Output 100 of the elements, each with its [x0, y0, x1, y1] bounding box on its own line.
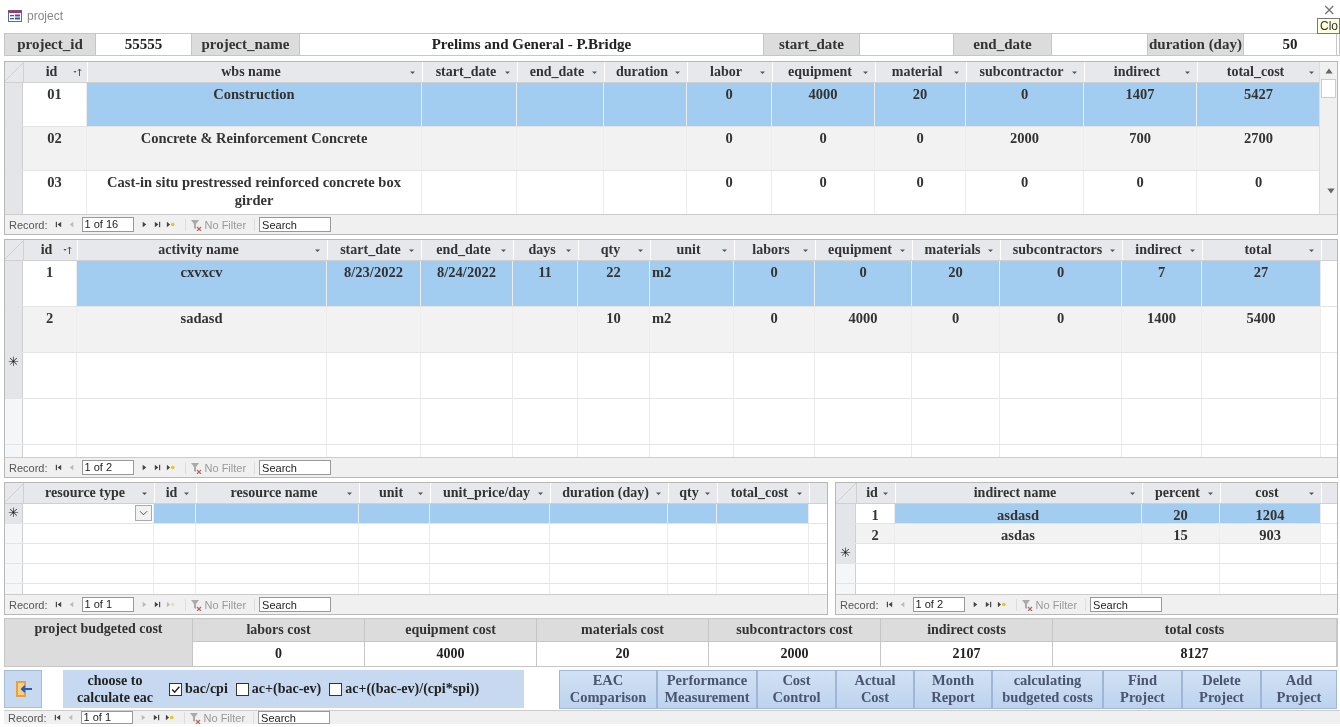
- column-header[interactable]: materials: [913, 240, 1001, 260]
- budget-value: 0: [193, 641, 365, 666]
- table-cell: 8/24/2022: [421, 261, 513, 306]
- checkbox[interactable]: [329, 682, 343, 696]
- column-header[interactable]: qty: [579, 240, 651, 260]
- column-header[interactable]: duration: [605, 62, 688, 82]
- table-cell: 2: [23, 307, 77, 352]
- column-header[interactable]: end_date: [518, 62, 605, 82]
- command-button[interactable]: Performance Measurement: [657, 669, 757, 709]
- column-header[interactable]: wbs name: [88, 62, 423, 82]
- column-header[interactable]: total: [1203, 240, 1322, 260]
- table-cell: sadasd: [77, 307, 327, 352]
- command-button[interactable]: calculating budgeted costs: [992, 669, 1103, 709]
- budget-label: labors cost: [193, 619, 365, 641]
- table-cell: 0: [875, 127, 966, 170]
- table-cell: 0: [772, 127, 875, 170]
- table-cell: cxvxcv: [77, 261, 327, 306]
- column-header[interactable]: unit: [360, 483, 431, 503]
- table-cell: 8/23/2022: [327, 261, 421, 306]
- column-header[interactable]: material: [876, 62, 967, 82]
- dropdown-button[interactable]: [135, 505, 152, 521]
- search-field[interactable]: Search: [1090, 597, 1163, 612]
- column-header[interactable]: duration (day): [551, 483, 669, 503]
- table-cell: 0: [1000, 261, 1122, 306]
- search-field[interactable]: Search: [259, 597, 332, 612]
- column-header[interactable]: indirect: [1123, 240, 1203, 260]
- scrollbar-thumb[interactable]: [1321, 79, 1336, 98]
- table-cell: m2: [650, 307, 734, 352]
- command-button[interactable]: Find Project: [1103, 669, 1182, 709]
- budget-label: total costs: [1053, 619, 1337, 641]
- table-cell: 0: [966, 83, 1084, 126]
- column-header[interactable]: total_cost: [718, 483, 810, 503]
- table-cell: 20: [912, 261, 1000, 306]
- record-label: Record:: [8, 711, 47, 724]
- table-cell: 700: [1084, 127, 1197, 170]
- command-button[interactable]: EAC Comparison: [559, 669, 657, 709]
- column-header[interactable]: id: [857, 483, 896, 503]
- column-header[interactable]: resource type: [24, 483, 155, 503]
- record-number-field[interactable]: 1 of 1: [80, 711, 133, 724]
- close-button[interactable]: ×: [1322, 2, 1336, 18]
- column-header[interactable]: id: [155, 483, 197, 503]
- column-header[interactable]: equipment: [773, 62, 876, 82]
- column-header[interactable]: start_date: [328, 240, 422, 260]
- column-header[interactable]: indirect name: [896, 483, 1143, 503]
- column-header[interactable]: start_date: [423, 62, 518, 82]
- row-selector[interactable]: ✳: [5, 504, 23, 523]
- field-label: start_date: [764, 34, 860, 55]
- row-selector[interactable]: ✳: [5, 353, 23, 398]
- column-header[interactable]: subcontractors: [1001, 240, 1123, 260]
- column-header[interactable]: unit: [651, 240, 735, 260]
- command-button[interactable]: Add Project: [1261, 669, 1337, 709]
- column-header[interactable]: id: [24, 240, 78, 260]
- table-cell: 1407: [1084, 83, 1197, 126]
- filter-icon: [188, 711, 201, 724]
- command-button[interactable]: Month Report: [914, 669, 992, 709]
- record-number-field[interactable]: 1 of 2: [81, 460, 134, 475]
- column-header[interactable]: id: [24, 62, 88, 82]
- command-button[interactable]: Actual Cost: [836, 669, 914, 709]
- column-header[interactable]: labors: [735, 240, 816, 260]
- search-field[interactable]: Search: [258, 711, 331, 724]
- command-button[interactable]: Cost Control: [757, 669, 836, 709]
- table-cell: asdasd: [895, 504, 1142, 523]
- checkbox-label[interactable]: ac+(bac-ev): [251, 681, 322, 697]
- window-title: project: [27, 8, 64, 23]
- column-header[interactable]: activity name: [78, 240, 328, 260]
- row-selector[interactable]: ✳: [836, 544, 856, 563]
- record-number-field[interactable]: 1 of 2: [912, 597, 965, 612]
- search-field[interactable]: Search: [259, 460, 332, 475]
- first-record-icon: [52, 713, 62, 722]
- column-header[interactable]: labor: [688, 62, 773, 82]
- column-header[interactable]: end_date: [422, 240, 514, 260]
- last-record-icon: [152, 220, 162, 229]
- vertical-scrollbar[interactable]: [1319, 62, 1337, 214]
- last-record-icon: [151, 713, 161, 722]
- column-header[interactable]: resource name: [197, 483, 360, 503]
- checkbox[interactable]: [169, 682, 182, 696]
- search-field[interactable]: Search: [259, 217, 332, 232]
- column-header[interactable]: percent: [1143, 483, 1221, 503]
- record-number-field[interactable]: 1 of 16: [81, 217, 134, 232]
- table-cell: 22: [578, 261, 650, 306]
- checkbox[interactable]: [235, 682, 249, 696]
- column-header[interactable]: days: [514, 240, 579, 260]
- column-header[interactable]: unit_price/day: [431, 483, 551, 503]
- table-cell: 5427: [1197, 83, 1319, 126]
- table-cell: 0: [687, 127, 772, 170]
- column-header[interactable]: indirect: [1085, 62, 1198, 82]
- column-header[interactable]: qty: [669, 483, 718, 503]
- column-header[interactable]: subcontractor: [967, 62, 1085, 82]
- table-cell: m2: [650, 261, 734, 306]
- record-number-field[interactable]: 1 of 1: [81, 597, 134, 612]
- record-label: Record:: [840, 598, 879, 611]
- column-header[interactable]: cost: [1221, 483, 1322, 503]
- command-button[interactable]: Delete Project: [1182, 669, 1261, 709]
- record-label: Record:: [9, 218, 48, 231]
- exit-button[interactable]: [4, 670, 42, 708]
- column-header[interactable]: equipment: [816, 240, 913, 260]
- checkbox-label[interactable]: ac+((bac-ev)/(cpi*spi)): [345, 681, 480, 697]
- checkbox-label[interactable]: bac/cpi: [185, 681, 228, 697]
- first-record-icon: [53, 220, 63, 229]
- tooltip: Clo: [1317, 18, 1340, 34]
